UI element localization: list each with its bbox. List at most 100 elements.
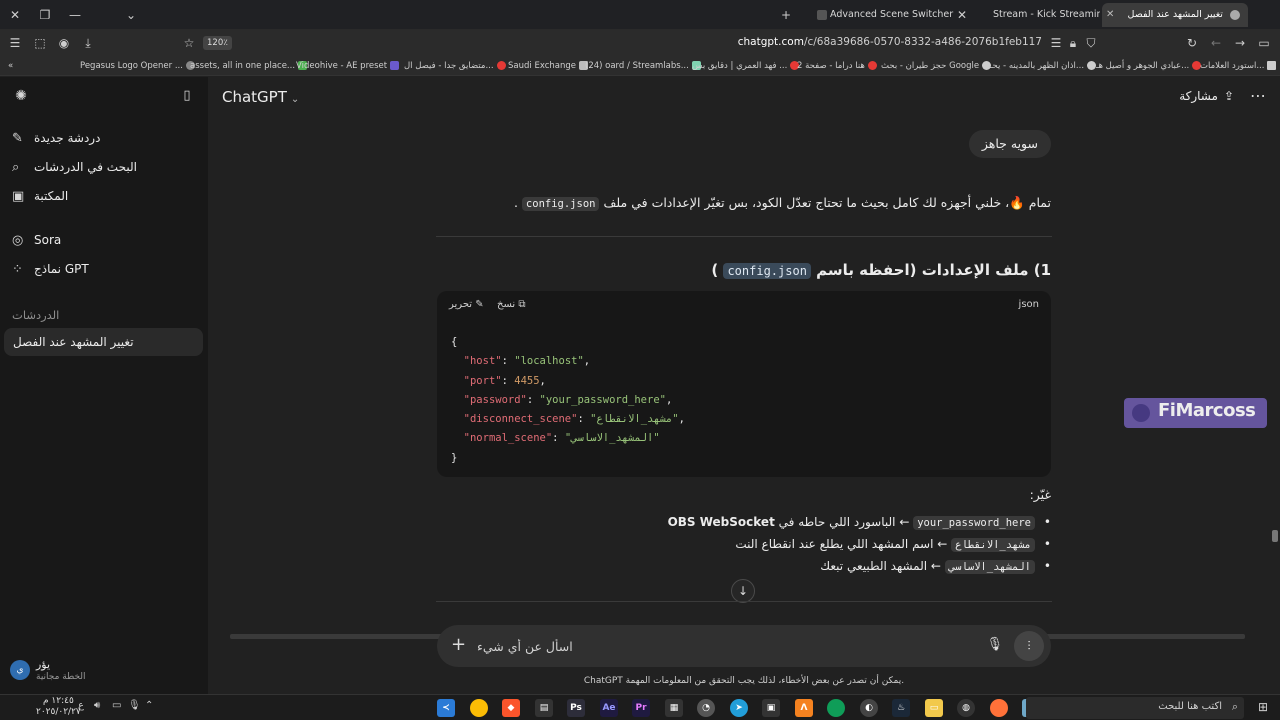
- bookmark-item[interactable]: هنا دراما - صفحة 2: [797, 59, 877, 73]
- steam-icon[interactable]: ♨: [892, 699, 910, 717]
- taskbar-search[interactable]: اكتب هنا للبحث ⌕: [1026, 697, 1244, 719]
- bookmark-item[interactable]: Videohive - AE preset: [296, 59, 400, 73]
- sidebar-item-library[interactable]: ▣ المكتبة: [12, 185, 68, 207]
- back-icon[interactable]: →: [1231, 34, 1249, 52]
- menu-icon[interactable]: ☰: [6, 34, 24, 52]
- restore-window-icon[interactable]: ❐: [36, 6, 54, 24]
- user-name: يؤر: [36, 658, 51, 671]
- chrome-icon[interactable]: [470, 699, 488, 717]
- main-chat-area: ChatGPT ⌄ مشاركة ⇪ ⋯ سويه جاهز تمام 🔥، خلن…: [208, 77, 1280, 694]
- edit-icon: ✎: [12, 131, 23, 146]
- app-icon[interactable]: ▤: [535, 699, 553, 717]
- lock-icon[interactable]: 🔒︎: [1064, 34, 1082, 52]
- bookmark-item[interactable]: عبادي الجوهر و أصيل هـ...: [1096, 59, 1202, 73]
- app-icon[interactable]: Λ: [795, 699, 813, 717]
- windows-start-icon[interactable]: ⊞: [1258, 700, 1268, 714]
- bookmark-item[interactable]: حجز طيران - بحث Google: [881, 59, 992, 73]
- sidebar-item-gpts[interactable]: ⁘ نماذج GPT: [12, 258, 89, 280]
- share-button[interactable]: مشاركة ⇪: [1179, 89, 1234, 103]
- tab-advanced-scene-switcher[interactable]: Advanced Scene Switcher - Re: [805, 3, 955, 27]
- edge-icon[interactable]: [827, 699, 845, 717]
- voice-mode-button[interactable]: ⫶: [1014, 631, 1044, 661]
- add-attachment-icon[interactable]: +: [451, 634, 466, 655]
- bookmarks-overflow-icon[interactable]: «: [8, 59, 13, 73]
- mic-tray-icon[interactable]: 🎙︎: [128, 700, 141, 711]
- network-icon[interactable]: ▭: [112, 700, 121, 711]
- prompt-input[interactable]: [477, 635, 957, 657]
- after-effects-icon[interactable]: Ae: [600, 699, 618, 717]
- firefox-icon[interactable]: [990, 699, 1008, 717]
- inline-code: config.json: [723, 263, 811, 279]
- search-icon: ⌕: [1231, 700, 1238, 713]
- download-icon[interactable]: ⤓: [79, 34, 97, 52]
- reload-icon[interactable]: ↻: [1183, 34, 1201, 52]
- list-item: المشهد_الاساسي ← المشهد الطبيعي تبعك: [431, 555, 1051, 577]
- brave-icon[interactable]: ◆: [502, 699, 520, 717]
- tray-overflow-icon[interactable]: ⌃: [145, 700, 153, 711]
- app-icon[interactable]: ◔: [697, 699, 715, 717]
- extensions-icon[interactable]: ⬚: [31, 34, 49, 52]
- close-window-icon[interactable]: ✕: [6, 6, 24, 24]
- system-clock[interactable]: ١٢:٤٥ م ٢٠٢٥/٠٢/٢٧: [36, 696, 81, 718]
- minimize-window-icon[interactable]: —: [66, 6, 84, 24]
- bookmark-item[interactable]: اذان الظهر بالمدينه - يحـ...: [990, 59, 1097, 73]
- sidebar-item-sora[interactable]: ◎ Sora: [12, 229, 61, 251]
- tab-close-icon[interactable]: ✕: [953, 6, 971, 24]
- tab-active-chat[interactable]: تغيير المشهد عند الفصل ✕: [1102, 3, 1248, 27]
- tab-kick-streaming[interactable]: Stream - Kick Streaming: [985, 3, 1100, 27]
- bookmark-item[interactable]: assets, all in one place...: [190, 59, 308, 73]
- split-view-icon[interactable]: ▭: [1255, 34, 1273, 52]
- code-language: json: [1018, 299, 1039, 310]
- microphone-icon[interactable]: 🎙︎: [986, 637, 1003, 652]
- sidebar-item-new-chat[interactable]: ✎ دردشة جديدة: [12, 127, 100, 149]
- divider: [436, 601, 1052, 602]
- library-icon: ▣: [12, 189, 25, 204]
- bookmark-item[interactable]: Saudi Exchange: [508, 59, 588, 73]
- copy-code-button[interactable]: ⧉ نسخ: [497, 299, 526, 310]
- obs-icon[interactable]: ◍: [957, 699, 975, 717]
- search-icon: ⌕: [12, 160, 20, 175]
- shield-icon[interactable]: ⛉: [1082, 34, 1100, 52]
- fimarcoss-watermark-logo: FiMarcoss: [1124, 398, 1267, 428]
- site-settings-icon[interactable]: ☰: [1047, 34, 1065, 52]
- openai-logo-icon[interactable]: ✺: [12, 87, 30, 105]
- model-selector[interactable]: ChatGPT ⌄: [222, 88, 299, 106]
- bookmark-item[interactable]: استورد العلامات...: [1200, 59, 1277, 73]
- more-options-icon[interactable]: ⋯: [1250, 86, 1266, 105]
- copy-icon: ⧉: [518, 299, 526, 310]
- tab-list-chevron-icon[interactable]: ⌄: [122, 6, 140, 24]
- toggle-sidebar-icon[interactable]: ▯: [178, 87, 196, 105]
- bookmark-item[interactable]: متضايق جدا - فيصل ال...: [404, 59, 506, 73]
- photoshop-icon[interactable]: Ps: [567, 699, 585, 717]
- browser-tab-bar: ✕ ❐ — ⌄ + Advanced Scene Switcher - Re ✕…: [0, 0, 1280, 30]
- volume-icon[interactable]: 🔊︎: [94, 700, 100, 711]
- language-indicator[interactable]: ع: [78, 700, 84, 711]
- streamlabs-icon[interactable]: ▦: [665, 699, 683, 717]
- premiere-icon[interactable]: Pr: [632, 699, 650, 717]
- sidebar-item-search-chats[interactable]: ⌕ البحث في الدردشات: [12, 156, 137, 178]
- bookmark-item[interactable]: فهد العمري | دقايق بس ...: [692, 59, 800, 73]
- chatgpt-favicon-icon: [1230, 9, 1240, 20]
- file-explorer-icon[interactable]: ▭: [925, 699, 943, 717]
- scrollbar-thumb[interactable]: [1272, 530, 1278, 542]
- address-bar: ☰ ⬚ ◉ ⤓ ☆ 120٪ chatgpt.com/c/68a39686-05…: [0, 30, 1280, 56]
- vertical-scrollbar[interactable]: [1270, 77, 1280, 694]
- edit-code-button[interactable]: ✎ تحرير: [449, 299, 484, 310]
- forward-icon[interactable]: ←: [1207, 34, 1225, 52]
- app-icon[interactable]: ▣: [762, 699, 780, 717]
- bookmark-item[interactable]: Pegasus Logo Opener ...: [80, 59, 195, 73]
- sidebar-chat-item[interactable]: تغيير المشهد عند الفصل: [4, 328, 203, 356]
- url-field[interactable]: chatgpt.com/c/68a39686-0570-8332-a486-20…: [738, 36, 1042, 48]
- vscode-icon[interactable]: ≺: [437, 699, 455, 717]
- app-icon[interactable]: ◐: [860, 699, 878, 717]
- account-icon[interactable]: ◉: [55, 34, 73, 52]
- disclaimer: ChatGPT يمكن أن تصدر عن بعض الأخطاء، لذل…: [583, 676, 905, 686]
- tab-close-icon[interactable]: ✕: [1106, 3, 1114, 27]
- telegram-icon[interactable]: ➤: [730, 699, 748, 717]
- bookmark-star-icon[interactable]: ☆: [180, 34, 198, 52]
- scroll-down-button[interactable]: ↓: [731, 579, 755, 603]
- new-tab-icon[interactable]: +: [777, 6, 795, 24]
- zoom-level-badge[interactable]: 120٪: [203, 36, 232, 50]
- bookmark-item[interactable]: (24) oard / Streamlabs...: [585, 59, 701, 73]
- gpt-grid-icon: ⁘: [12, 262, 23, 277]
